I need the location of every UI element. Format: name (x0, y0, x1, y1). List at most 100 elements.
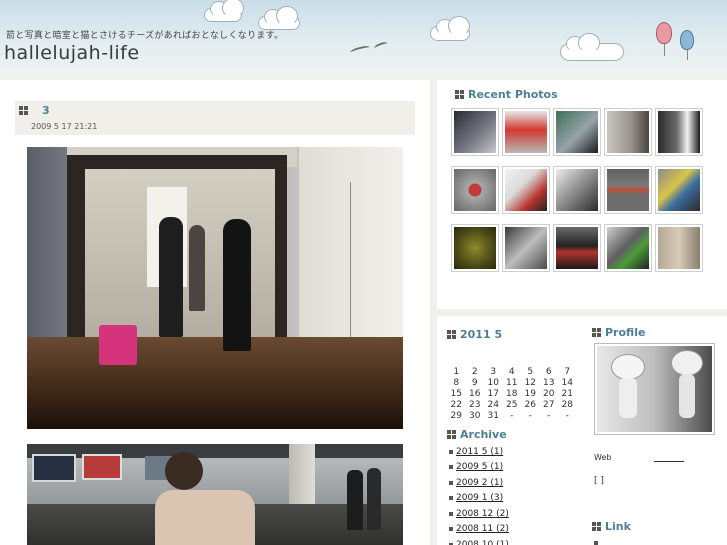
photo-person (165, 452, 203, 490)
photo-sign (82, 454, 122, 480)
web-link-underline[interactable] (654, 461, 684, 462)
grid-icon (455, 90, 464, 99)
archive-link[interactable]: 2008 12 (2) (456, 509, 509, 519)
profile-bracket: [ ] (594, 476, 604, 486)
calendar-day (558, 356, 577, 367)
calendar-day: 26 (524, 400, 536, 410)
blue-balloon-icon (680, 30, 694, 50)
calendar-day: - (565, 411, 569, 421)
site-title[interactable]: hallelujah-life (4, 42, 140, 64)
archive-link[interactable]: 2009 5 (1) (456, 462, 503, 472)
figure-head (671, 350, 703, 376)
photo-bag (99, 325, 137, 365)
post-photo[interactable] (27, 444, 403, 545)
balloon-string (687, 50, 688, 60)
calendar-title: 2011 5 (460, 328, 503, 341)
calendar-day: 11 (506, 378, 518, 388)
calendar-day: 27 (543, 400, 555, 410)
calendar-day: 20 (543, 389, 555, 399)
grid-icon (447, 430, 456, 439)
calendar-day (484, 356, 503, 367)
photo-person (155, 490, 255, 545)
recent-photos-title: Recent Photos (468, 88, 558, 101)
calendar-day: 19 (524, 389, 536, 399)
archive-item: 2008 10 (1) (449, 537, 509, 545)
calendar-day: - (510, 411, 514, 421)
calendar-day: 12 (524, 378, 536, 388)
bullet-icon (449, 480, 453, 485)
photo-thumbnail[interactable] (553, 108, 601, 156)
calendar-week: 1 2 3 4 5 6 7 (447, 367, 577, 378)
calendar-day: 10 (487, 378, 499, 388)
calendar-heading: 2011 5 (447, 328, 502, 341)
photo-person (347, 470, 363, 530)
figure-head (611, 354, 645, 380)
profile-title: Profile (605, 326, 646, 339)
photo-thumbnail[interactable] (451, 166, 499, 214)
photo-thumbnail[interactable] (502, 224, 550, 272)
calendar-day: - (547, 411, 551, 421)
main-content: 3 2009 5 17 21:21 (0, 80, 430, 545)
calendar-day: 16 (469, 389, 481, 399)
calendar-day: 29 (450, 411, 462, 421)
photo-thumbnail[interactable] (553, 224, 601, 272)
archive-link[interactable]: 2008 11 (2) (456, 524, 509, 534)
calendar-grid: 1 2 3 4 5 6 7 8 9 10 11 12 13 14 15 16 17 18 19 20 21 22 23 24 2… (447, 356, 577, 422)
calendar-week (447, 356, 577, 367)
photo-thumbnail[interactable] (655, 166, 703, 214)
archive-title: Archive (460, 428, 507, 441)
calendar-day: 3 (490, 367, 497, 377)
photo-thumbnail[interactable] (655, 224, 703, 272)
photo-person (367, 468, 381, 530)
archive-link[interactable]: 2009 2 (1) (456, 478, 503, 488)
photo-thumbnail[interactable] (604, 166, 652, 214)
photo-cabinet-line (350, 182, 351, 357)
post-photo[interactable] (27, 147, 403, 429)
calendar-day: - (528, 411, 532, 421)
grid-icon (592, 522, 601, 531)
photo-thumbnail[interactable] (604, 108, 652, 156)
photo-thumbnail[interactable] (502, 166, 550, 214)
photo-thumbnail[interactable] (502, 108, 550, 156)
photo-person (159, 217, 183, 337)
site-tagline: 箭と写真と暗室と猫とさけるチーズがあればおとなしくなります。 (6, 31, 284, 41)
archive-list: 2011 5 (1) 2009 5 (1) 2009 2 (1) 2009 1 (3)… (449, 444, 509, 545)
grid-icon (19, 106, 28, 115)
archive-link[interactable]: 2011 5 (1) (456, 447, 503, 457)
web-label: Web (594, 453, 612, 462)
photo-thumbnail[interactable] (604, 224, 652, 272)
archive-item: 2011 5 (1) (449, 444, 509, 460)
calendar-day: 18 (506, 389, 518, 399)
photo-thumbnail[interactable] (553, 166, 601, 214)
calendar-day: 22 (450, 400, 462, 410)
archive-item: 2009 5 (1) (449, 460, 509, 476)
post-title[interactable]: 3 (42, 104, 50, 117)
calendar-day: 6 (545, 367, 552, 377)
calendar-day: 28 (561, 400, 573, 410)
photo-cabinet (299, 147, 403, 357)
calendar-day: 24 (487, 400, 499, 410)
archive-link[interactable]: 2009 1 (3) (456, 493, 503, 503)
archive-item: 2008 12 (2) (449, 506, 509, 522)
archive-link[interactable]: 2008 10 (1) (456, 540, 509, 545)
photo-person (223, 219, 251, 351)
calendar-day (521, 356, 540, 367)
photo-thumbnail[interactable] (451, 224, 499, 272)
profile-image-content (597, 346, 712, 432)
calendar-day: 30 (469, 411, 481, 421)
photo-sign (32, 454, 76, 482)
bullet-icon (449, 527, 453, 532)
cloud-decoration (560, 33, 624, 61)
bullet-icon (449, 496, 453, 501)
photo-thumbnail[interactable] (655, 108, 703, 156)
archive-heading: Archive (447, 428, 507, 441)
calendar-day: 4 (508, 367, 515, 377)
profile-image[interactable] (594, 343, 715, 435)
calendar-day: 31 (487, 411, 499, 421)
figure-body (679, 374, 695, 418)
photo-thumbnail[interactable] (451, 108, 499, 156)
calendar-day: 5 (527, 367, 534, 377)
profile-heading: Profile (592, 326, 645, 339)
calendar-day: 2 (471, 367, 478, 377)
calendar-week: 15 16 17 18 19 20 21 (447, 389, 577, 400)
